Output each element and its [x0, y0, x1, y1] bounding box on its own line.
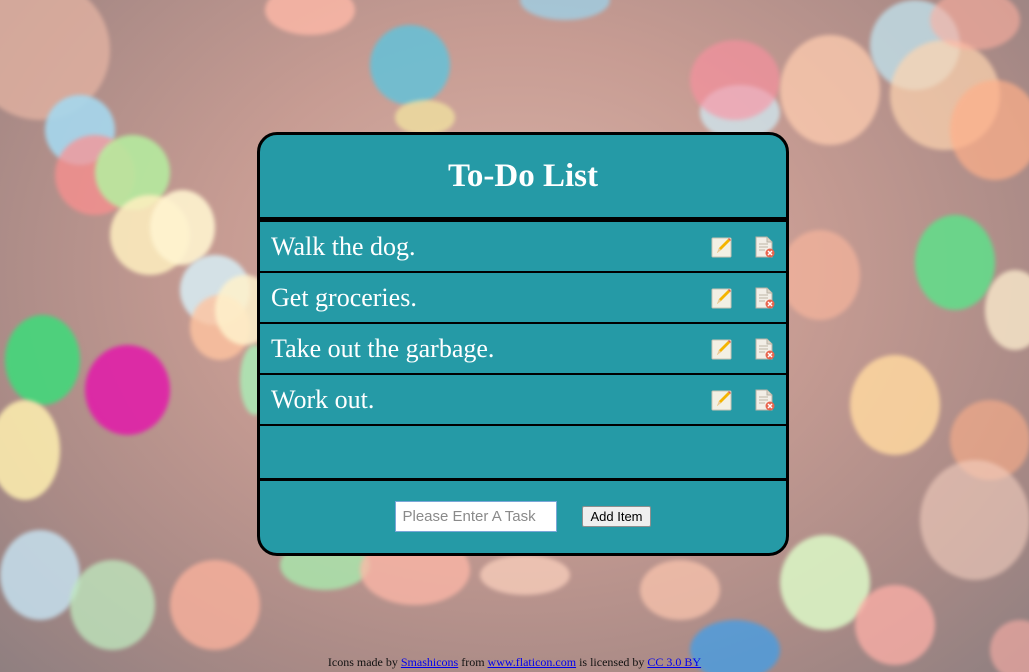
footer-licensed: is licensed by — [579, 655, 645, 669]
task-row: Take out the garbage. — [260, 324, 786, 375]
footer-prefix: Icons made by — [327, 655, 398, 669]
flaticon-link[interactable]: www.flaticon.com — [488, 655, 577, 669]
task-text: Get groceries. — [271, 282, 417, 312]
task-row: Work out. — [260, 375, 786, 426]
page-title: To-Do List — [447, 157, 599, 194]
edit-pencil-icon[interactable] — [710, 286, 734, 310]
footer-middle: from — [461, 655, 485, 669]
edit-pencil-icon[interactable] — [710, 235, 734, 259]
delete-document-icon[interactable] — [752, 337, 776, 361]
delete-document-icon[interactable] — [752, 388, 776, 412]
edit-pencil-icon[interactable] — [710, 337, 734, 361]
task-list: Walk the dog. Get groceries. Take out th… — [260, 222, 786, 481]
delete-document-icon[interactable] — [752, 286, 776, 310]
card-header: To-Do List — [260, 135, 786, 222]
task-text: Walk the dog. — [271, 231, 416, 261]
attribution-footer: Icons made by Smashicons from www.flatic… — [0, 655, 1029, 670]
task-text: Work out. — [271, 384, 375, 414]
task-input[interactable] — [395, 500, 558, 532]
smashicons-link[interactable]: Smashicons — [401, 655, 458, 669]
delete-document-icon[interactable] — [752, 235, 776, 259]
empty-task-row — [260, 426, 786, 481]
task-row: Get groceries. — [260, 273, 786, 324]
add-task-form: Add Item — [260, 481, 786, 551]
task-row: Walk the dog. — [260, 222, 786, 273]
todo-card: To-Do List Walk the dog. Get groceries. … — [257, 132, 789, 556]
license-link[interactable]: CC 3.0 BY — [647, 655, 701, 669]
add-item-button[interactable]: Add Item — [582, 505, 651, 527]
task-text: Take out the garbage. — [271, 333, 495, 363]
edit-pencil-icon[interactable] — [710, 388, 734, 412]
